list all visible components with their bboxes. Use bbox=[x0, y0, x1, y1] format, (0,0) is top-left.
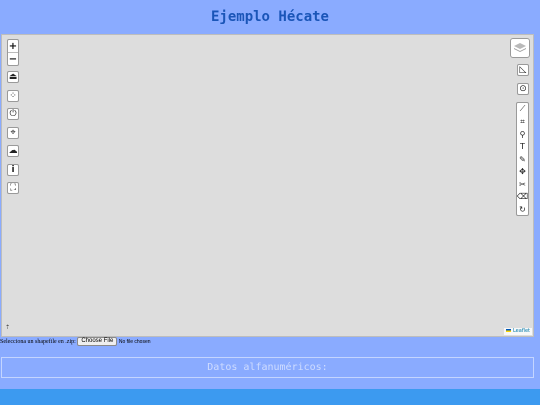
move-tool[interactable]: ✥ bbox=[517, 166, 528, 179]
page-title: Ejemplo Hécate bbox=[210, 9, 329, 25]
map-scale: ⇡ bbox=[5, 324, 11, 331]
upload-button[interactable]: ⏏ bbox=[7, 71, 19, 83]
target-button[interactable]: ⊙ bbox=[517, 83, 529, 95]
leaflet-attribution: Leaflet bbox=[504, 328, 532, 335]
marker-tool[interactable]: ⚲ bbox=[517, 128, 528, 141]
marker-icon: ⚲ bbox=[519, 129, 526, 139]
datos-alfanumericos-panel: Datos alfanuméricos: bbox=[1, 357, 534, 378]
locate-button[interactable]: ⌖ bbox=[7, 127, 19, 139]
polyline-tool[interactable]: ⟋ bbox=[517, 103, 528, 116]
rectangle-icon: ⌗ bbox=[520, 116, 525, 126]
attribution-link[interactable]: Leaflet bbox=[513, 328, 530, 334]
info-button[interactable]: i bbox=[7, 164, 19, 176]
rotate-icon: ↻ bbox=[519, 204, 526, 214]
file-status: No file chosen bbox=[118, 339, 151, 345]
locate-icon: ⌖ bbox=[10, 127, 16, 138]
spinner-button[interactable]: ⁘ bbox=[7, 90, 19, 102]
rectangle-tool[interactable]: ⌗ bbox=[517, 116, 528, 129]
power-icon: ⏻ bbox=[9, 108, 17, 119]
polyline-icon: ⟋ bbox=[519, 104, 526, 114]
file-input-label: Selecciona un shapefile en .zip: bbox=[0, 339, 76, 345]
file-input-row: Selecciona un shapefile en .zip: Choose … bbox=[0, 337, 151, 347]
power-button[interactable]: ⏻ bbox=[7, 108, 19, 120]
footer-bar bbox=[0, 389, 540, 405]
draw-toolbar: ⟋ ⌗ ⚲ T ✎ ✥ ✂ ⌫ ↻ bbox=[516, 102, 529, 216]
info-icon: i bbox=[11, 164, 15, 175]
text-icon: T bbox=[520, 142, 525, 152]
measure-icon: ◺ bbox=[519, 64, 527, 75]
choose-file-button[interactable]: Choose File bbox=[77, 337, 118, 347]
zoom-control: + − bbox=[7, 39, 19, 66]
edit-tool[interactable]: ✎ bbox=[517, 153, 528, 166]
cloud-button[interactable]: ☁ bbox=[7, 145, 19, 157]
fullscreen-button[interactable]: ⛶ bbox=[7, 182, 19, 194]
move-icon: ✥ bbox=[519, 167, 526, 177]
zoom-in-button[interactable]: + bbox=[8, 40, 18, 52]
text-tool[interactable]: T bbox=[517, 141, 528, 154]
layers-icon bbox=[514, 43, 526, 52]
fullscreen-icon: ⛶ bbox=[9, 182, 17, 193]
cut-icon: ✂ bbox=[519, 179, 526, 189]
cut-tool[interactable]: ✂ bbox=[517, 178, 528, 191]
target-icon: ⊙ bbox=[519, 83, 527, 94]
spinner-icon: ⁘ bbox=[9, 90, 17, 101]
eraser-tool[interactable]: ⌫ bbox=[517, 191, 528, 204]
rotate-tool[interactable]: ↻ bbox=[517, 203, 528, 216]
measure-button[interactable]: ◺ bbox=[517, 64, 529, 76]
eraser-icon: ⌫ bbox=[516, 192, 529, 202]
upload-icon: ⏏ bbox=[8, 71, 18, 82]
layers-button[interactable] bbox=[510, 38, 530, 58]
cloud-icon: ☁ bbox=[8, 145, 18, 156]
flag-icon bbox=[506, 329, 512, 332]
zoom-out-button[interactable]: − bbox=[8, 53, 18, 65]
edit-icon: ✎ bbox=[519, 154, 526, 164]
map-container[interactable]: + − ⏏ ⁘ ⏻ ⌖ ☁ i ⛶ ◺ ⊙ ⟋ ⌗ ⚲ T ✎ ✥ ✂ ⌫ ↻ … bbox=[1, 34, 534, 337]
